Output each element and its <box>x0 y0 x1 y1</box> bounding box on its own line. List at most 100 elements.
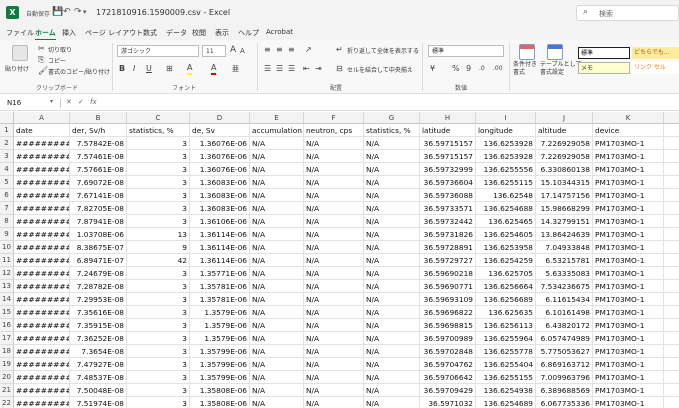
cell-i11[interactable]: 136.6254259 <box>476 254 536 267</box>
align-left-icon[interactable]: ☰ <box>264 64 271 74</box>
font-name-select[interactable]: 游ゴシック <box>117 45 199 57</box>
cell-d10[interactable]: 1.36114E-06 <box>190 241 250 254</box>
cell-g22[interactable]: N/A <box>364 397 420 408</box>
cell-k5[interactable]: PM1703MO-1 <box>593 176 664 189</box>
cell-a16[interactable]: ########### <box>14 319 70 332</box>
row-header[interactable]: 22 <box>0 397 14 408</box>
cell-f16[interactable]: N/A <box>304 319 364 332</box>
row-header[interactable]: 21 <box>0 384 14 397</box>
row-header[interactable]: 8 <box>0 215 14 228</box>
cell-a19[interactable]: ########### <box>14 358 70 371</box>
cell-d12[interactable]: 1.35771E-06 <box>190 267 250 280</box>
cell-h10[interactable]: 36.59728891 <box>420 241 476 254</box>
cell-k21[interactable]: PM1703MO-1 <box>593 384 664 397</box>
cell-j15[interactable]: 6.10161498 <box>536 306 593 319</box>
orientation-icon[interactable]: ↗ <box>305 45 312 55</box>
cell-l20[interactable] <box>664 371 679 384</box>
cell-k12[interactable]: PM1703MO-1 <box>593 267 664 280</box>
cell-i20[interactable]: 136.6255155 <box>476 371 536 384</box>
cell-k15[interactable]: PM1703MO-1 <box>593 306 664 319</box>
cell-b1[interactable]: der, Sv/h <box>70 124 127 137</box>
column-header-c[interactable]: C <box>127 112 190 124</box>
cell-l8[interactable] <box>664 215 679 228</box>
cell-i1[interactable]: longitude <box>476 124 536 137</box>
cell-g3[interactable]: N/A <box>364 150 420 163</box>
cell-d6[interactable]: 1.36083E-06 <box>190 189 250 202</box>
cell-a9[interactable]: ########### <box>14 228 70 241</box>
cell-k4[interactable]: PM1703MO-1 <box>593 163 664 176</box>
cell-f17[interactable]: N/A <box>304 332 364 345</box>
cell-e19[interactable]: N/A <box>250 358 304 371</box>
cell-i13[interactable]: 136.6256664 <box>476 280 536 293</box>
cell-c16[interactable]: 3 <box>127 319 190 332</box>
cell-c9[interactable]: 13 <box>127 228 190 241</box>
cell-c13[interactable]: 3 <box>127 280 190 293</box>
cell-c20[interactable]: 3 <box>127 371 190 384</box>
decrease-indent-icon[interactable]: ⇤ <box>303 64 310 74</box>
cell-j8[interactable]: 14.32799151 <box>536 215 593 228</box>
cell-e7[interactable]: N/A <box>250 202 304 215</box>
cell-f18[interactable]: N/A <box>304 345 364 358</box>
row-header[interactable]: 2 <box>0 137 14 150</box>
cell-l12[interactable] <box>664 267 679 280</box>
cell-d7[interactable]: 1.36083E-06 <box>190 202 250 215</box>
cell-k10[interactable]: PM1703MO-1 <box>593 241 664 254</box>
cell-c12[interactable]: 3 <box>127 267 190 280</box>
row-header[interactable]: 1 <box>0 124 14 137</box>
cell-l16[interactable] <box>664 319 679 332</box>
cell-a10[interactable]: ########### <box>14 241 70 254</box>
cell-e18[interactable]: N/A <box>250 345 304 358</box>
cell-b7[interactable]: 7.82705E-08 <box>70 202 127 215</box>
cell-h16[interactable]: 36.59698815 <box>420 319 476 332</box>
redo-icon[interactable]: ↷ <box>74 7 82 18</box>
conditional-formatting-button[interactable]: 条件付き 書式 <box>513 61 537 77</box>
row-header[interactable]: 15 <box>0 306 14 319</box>
cell-f12[interactable]: N/A <box>304 267 364 280</box>
cell-g20[interactable]: N/A <box>364 371 420 384</box>
cell-d8[interactable]: 1.36106E-06 <box>190 215 250 228</box>
cell-k19[interactable]: PM1703MO-1 <box>593 358 664 371</box>
cell-h21[interactable]: 36.59709429 <box>420 384 476 397</box>
cell-b14[interactable]: 7.29953E-08 <box>70 293 127 306</box>
tab-data[interactable]: データ <box>166 28 187 38</box>
cell-g19[interactable]: N/A <box>364 358 420 371</box>
cell-j16[interactable]: 6.43820172 <box>536 319 593 332</box>
cell-f9[interactable]: N/A <box>304 228 364 241</box>
copy-icon[interactable]: ⎘ <box>38 55 44 65</box>
row-header[interactable]: 11 <box>0 254 14 267</box>
cell-g21[interactable]: N/A <box>364 384 420 397</box>
cell-l9[interactable] <box>664 228 679 241</box>
cell-b16[interactable]: 7.35915E-08 <box>70 319 127 332</box>
cell-k9[interactable]: PM1703MO-1 <box>593 228 664 241</box>
cell-c2[interactable]: 3 <box>127 137 190 150</box>
cell-k14[interactable]: PM1703MO-1 <box>593 293 664 306</box>
cell-d22[interactable]: 1.35808E-06 <box>190 397 250 408</box>
cell-a3[interactable]: ########### <box>14 150 70 163</box>
select-all-corner[interactable] <box>0 112 14 124</box>
cell-l11[interactable] <box>664 254 679 267</box>
cell-i16[interactable]: 136.6256113 <box>476 319 536 332</box>
column-header-k[interactable]: K <box>593 112 664 124</box>
cell-l22[interactable] <box>664 397 679 408</box>
cell-i17[interactable]: 136.6255964 <box>476 332 536 345</box>
cell-e9[interactable]: N/A <box>250 228 304 241</box>
column-header-a[interactable]: A <box>14 112 70 124</box>
cell-g16[interactable]: N/A <box>364 319 420 332</box>
cell-c6[interactable]: 3 <box>127 189 190 202</box>
cell-h5[interactable]: 36.59736604 <box>420 176 476 189</box>
column-header-d[interactable]: D <box>190 112 250 124</box>
cell-d21[interactable]: 1.35808E-06 <box>190 384 250 397</box>
cell-h17[interactable]: 36.59700989 <box>420 332 476 345</box>
enter-icon[interactable]: ✓ <box>78 98 84 106</box>
cell-h11[interactable]: 36.59729727 <box>420 254 476 267</box>
tab-acrobat[interactable]: Acrobat <box>266 28 293 36</box>
cell-l4[interactable] <box>664 163 679 176</box>
cell-h9[interactable]: 36.59731826 <box>420 228 476 241</box>
cell-g18[interactable]: N/A <box>364 345 420 358</box>
cell-b10[interactable]: 8.38675E-07 <box>70 241 127 254</box>
cell-d4[interactable]: 1.36076E-06 <box>190 163 250 176</box>
cell-a2[interactable]: ########### <box>14 137 70 150</box>
row-header[interactable]: 5 <box>0 176 14 189</box>
cell-d14[interactable]: 1.35781E-06 <box>190 293 250 306</box>
cell-f19[interactable]: N/A <box>304 358 364 371</box>
